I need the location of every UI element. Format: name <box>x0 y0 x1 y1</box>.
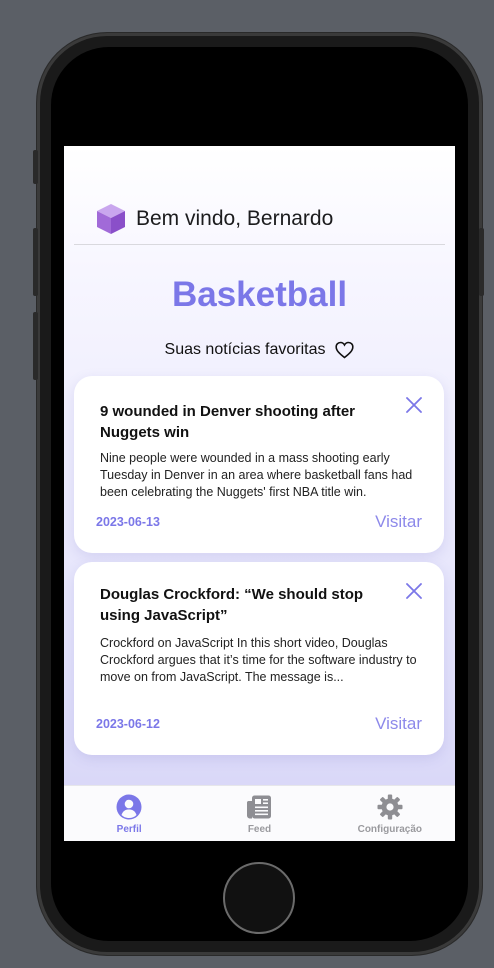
gear-icon <box>377 794 403 820</box>
tab-label: Perfil <box>116 824 142 835</box>
app-screen: Bem vindo, Bernardo Basketball Suas notí… <box>64 146 455 841</box>
news-card: Douglas Crockford: “We should stop using… <box>74 562 444 755</box>
favorites-subtitle: Suas notícias favoritas <box>64 341 455 359</box>
profile-icon <box>116 794 142 820</box>
close-icon[interactable] <box>406 583 422 599</box>
tab-perfil[interactable]: Perfil <box>64 786 194 841</box>
news-card-date: 2023-06-12 <box>96 717 160 731</box>
news-card-description: Crockford on JavaScript In this short vi… <box>100 636 417 684</box>
visit-button[interactable]: Visitar <box>375 512 422 532</box>
tab-label: Feed <box>247 824 272 835</box>
visit-button[interactable]: Visitar <box>375 714 422 734</box>
tab-label: Configuração <box>357 824 423 835</box>
tab-configuracao[interactable]: Configuração <box>325 786 455 841</box>
home-button[interactable] <box>223 862 295 934</box>
news-card-title: 9 wounded in Denver shooting after Nugge… <box>100 403 356 441</box>
header: Bem vindo, Bernardo <box>64 194 455 244</box>
mute-switch <box>33 150 38 184</box>
news-card-title: Douglas Crockford: “We should stop using… <box>100 586 364 624</box>
close-icon[interactable] <box>406 397 422 413</box>
news-card: 9 wounded in Denver shooting after Nugge… <box>74 376 444 553</box>
greeting-text: Bem vindo, Bernardo <box>136 207 334 230</box>
tab-bar: Perfil Feed Configuração <box>64 785 455 841</box>
newspaper-icon <box>247 795 272 819</box>
favorites-subtitle-text: Suas notícias favoritas <box>164 341 326 358</box>
power-button <box>479 228 484 296</box>
tab-feed[interactable]: Feed <box>194 786 324 841</box>
volume-down-button <box>33 312 38 380</box>
cube-icon <box>97 204 125 234</box>
header-divider <box>74 244 445 245</box>
news-card-description: Nine people were wounded in a mass shoot… <box>100 451 413 499</box>
news-card-date: 2023-06-13 <box>96 515 160 529</box>
page-title: Basketball <box>171 275 348 314</box>
volume-up-button <box>33 228 38 296</box>
heart-icon <box>335 341 355 359</box>
